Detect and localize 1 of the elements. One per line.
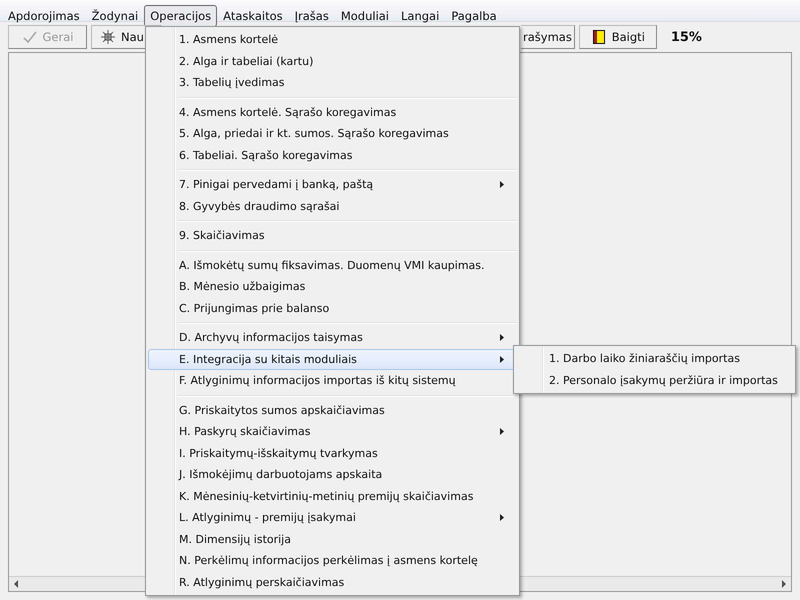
- progress-text: 15%: [670, 30, 702, 44]
